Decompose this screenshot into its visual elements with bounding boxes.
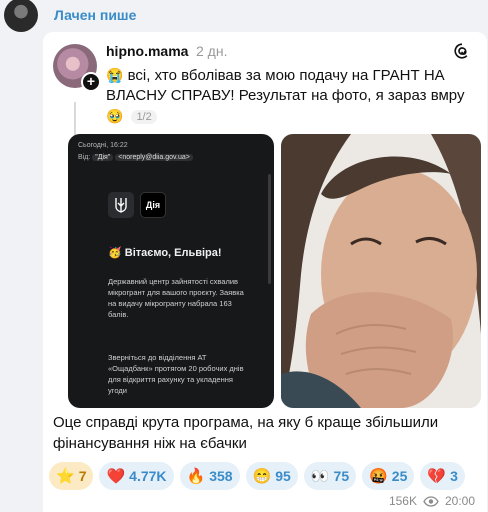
reaction-count: 358 (209, 468, 233, 484)
view-count: 156K (388, 494, 417, 508)
photo-illustration (281, 134, 481, 408)
message-caption: Оце справді крута програма, на яку б кра… (53, 414, 439, 452)
star-icon: ⭐ (56, 468, 75, 485)
page-counter: 1/2 (131, 109, 157, 124)
email-from-label: Від: (78, 154, 91, 161)
post-text: 😭 всі, хто вболівав за мою подачу на ГРА… (106, 65, 476, 106)
reaction-heart[interactable]: ❤️ 4.77K (99, 462, 174, 490)
photo-woman-laughing[interactable] (281, 134, 481, 408)
photo-email-screenshot[interactable]: Сьогодні, 16:22 Від: "Дія" <noreply@diia… (68, 134, 274, 408)
broken-heart-icon: 💔 (427, 468, 447, 485)
angry-icon: 🤬 (369, 468, 388, 485)
trident-icon (108, 192, 134, 218)
reaction-broken-heart[interactable]: 💔 3 (420, 462, 465, 490)
email-date: Сьогодні, 16:22 (78, 142, 128, 149)
email-scrollbar (268, 174, 271, 284)
eyes-icon: 👀 (310, 468, 330, 485)
message-meta: 156K 20:00 (389, 494, 475, 508)
reaction-star[interactable]: ⭐ 7 (49, 462, 94, 490)
fire-icon: 🔥 (186, 468, 206, 485)
reaction-count: 75 (333, 468, 350, 484)
email-from-address: <noreply@diia.gov.ua> (115, 154, 193, 161)
heart-icon: ❤️ (106, 468, 126, 485)
email-body-1: Державний центр зайнятості схвалив мікро… (108, 277, 244, 319)
reactions-bar: ⭐ 7 ❤️ 4.77K 🔥 358 😁 95 👀 75 🤬 25 💔 3 (49, 462, 465, 490)
reaction-count: 7 (78, 468, 87, 484)
reaction-count: 25 (391, 468, 408, 484)
reaction-count: 4.77K (129, 468, 167, 484)
reaction-count: 3 (450, 468, 458, 484)
post-meta-row: 🥹 1/2 (106, 108, 157, 125)
eye-icon (423, 495, 439, 507)
reaction-count: 95 (275, 468, 291, 484)
email-from-row: Від: "Дія" <noreply@diia.gov.ua> (78, 154, 193, 161)
post-username: hipno.mama (106, 43, 189, 59)
teary-emoji: 🥹 (106, 108, 124, 124)
reaction-angry[interactable]: 🤬 25 (362, 462, 415, 490)
grin-icon: 😁 (252, 468, 272, 485)
follow-plus-icon: + (81, 72, 101, 92)
email-greeting: 🥳 Вітаємо, Ельвіра! (108, 247, 222, 259)
reaction-fire[interactable]: 🔥 358 (179, 462, 240, 490)
post-text-body: всі, хто вболівав за мою подачу на ГРАНТ… (106, 67, 465, 104)
channel-avatar[interactable] (4, 0, 38, 32)
message-card: + hipno.mama 2 дн. 😭 всі, хто вболівав з… (43, 32, 487, 512)
reaction-grin[interactable]: 😁 95 (245, 462, 298, 490)
diia-logos: Дія (108, 192, 166, 218)
reaction-eyes[interactable]: 👀 75 (303, 462, 357, 490)
diia-logo: Дія (140, 192, 166, 218)
post-age: 2 дн. (196, 43, 228, 59)
crying-emoji: 😭 (106, 67, 124, 83)
email-from-name: "Дія" (92, 154, 114, 161)
message-time: 20:00 (444, 494, 475, 508)
threads-logo-icon (454, 43, 468, 59)
message-sender[interactable]: Лачен пише (54, 7, 136, 23)
email-body-2: Зверніться до відділення АТ «Ощадбанк» п… (108, 353, 244, 395)
